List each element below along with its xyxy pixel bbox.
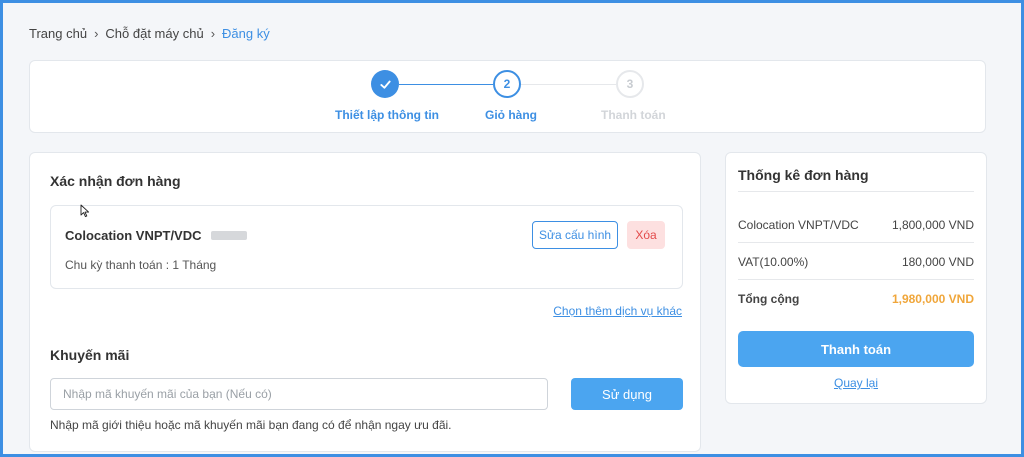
step-1-label: Thiết lập thông tin [335,108,439,122]
order-confirmation-panel: Xác nhận đơn hàng Colocation VNPT/VDC Ch… [29,152,701,452]
step-2-label: Giỏ hàng [485,108,537,122]
summary-divider [738,191,974,192]
summary-divider [738,242,974,243]
mouse-cursor-icon [80,204,90,218]
promo-section-title: Khuyến mãi [50,347,130,363]
summary-total-label: Tổng cộng [738,292,800,306]
step-3-label: Thanh toán [601,108,666,122]
summary-row-label: VAT(10.00%) [738,255,809,269]
step-3-indicator: 3 [616,70,644,98]
summary-total-value: 1,980,000 VND [891,292,974,306]
back-link[interactable]: Quay lại [726,376,986,390]
redacted-text [211,231,247,240]
summary-row-value: 1,800,000 VND [891,218,974,232]
summary-divider [738,279,974,280]
summary-row-service: Colocation VNPT/VDC 1,800,000 VND [738,218,974,232]
summary-title: Thống kê đơn hàng [738,167,869,183]
checkout-button[interactable]: Thanh toán [738,331,974,367]
breadcrumb-home[interactable]: Trang chủ [29,26,87,41]
summary-row-vat: VAT(10.00%) 180,000 VND [738,255,974,269]
summary-row-label: Colocation VNPT/VDC [738,218,859,232]
order-item-billing-cycle: Chu kỳ thanh toán : 1 Tháng [65,258,217,272]
check-icon [379,80,391,89]
delete-item-button[interactable]: Xóa [627,221,665,249]
add-more-services-link[interactable]: Chọn thêm dịch vụ khác [553,304,682,318]
summary-row-total: Tổng cộng 1,980,000 VND [738,292,974,306]
order-summary-panel: Thống kê đơn hàng Colocation VNPT/VDC 1,… [725,152,987,404]
order-section-title: Xác nhận đơn hàng [50,173,181,189]
checkout-stepper: 2 3 Thiết lập thông tin Giỏ hàng Thanh t… [29,60,986,133]
promo-code-input[interactable] [50,378,548,410]
chevron-right-icon: › [94,26,99,41]
apply-promo-button[interactable]: Sử dụng [571,378,683,410]
breadcrumb-server-colocation[interactable]: Chỗ đặt máy chủ [105,26,203,41]
step-connector-2 [521,84,616,85]
promo-hint: Nhập mã giới thiệu hoặc mã khuyến mãi bạ… [50,418,452,432]
step-2-indicator: 2 [493,70,521,98]
breadcrumb: Trang chủ › Chỗ đặt máy chủ › Đăng ký [29,26,270,41]
chevron-right-icon: › [210,26,216,41]
breadcrumb-current: Đăng ký [222,26,270,41]
step-1-indicator [371,70,399,98]
order-item-name: Colocation VNPT/VDC [65,228,202,243]
order-item: Colocation VNPT/VDC Chu kỳ thanh toán : … [50,205,683,289]
summary-row-value: 180,000 VND [901,255,974,269]
edit-config-button[interactable]: Sửa cấu hình [532,221,618,249]
step-connector-1 [399,84,493,85]
